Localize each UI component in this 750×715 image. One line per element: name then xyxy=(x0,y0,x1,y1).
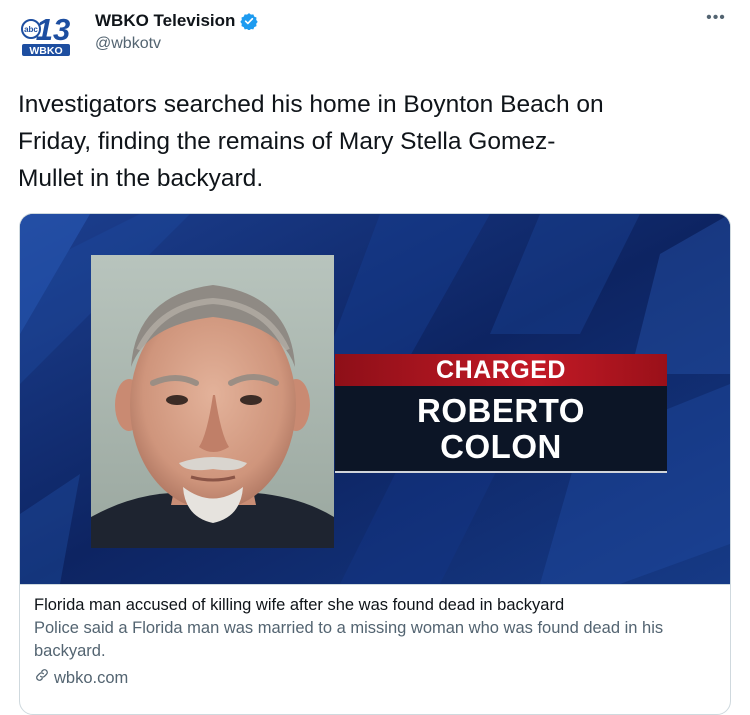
name-line-first: ROBERTO xyxy=(417,391,585,429)
card-domain[interactable]: wbko.com xyxy=(34,667,716,690)
logo-number: 13 xyxy=(36,12,70,47)
tweet-text-line: Investigators searched his home in Boynt… xyxy=(18,91,604,118)
name-banner: ROBERTO COLON xyxy=(335,386,667,473)
card-domain-text: wbko.com xyxy=(54,669,129,687)
logo-callsign: WBKO xyxy=(29,45,62,57)
name-row: WBKO Television xyxy=(95,10,259,32)
tweet: abc 13 WBKO WBKO Television @wbkotv ••• … xyxy=(0,0,750,715)
name-line-last: COLON xyxy=(440,427,562,465)
card-title[interactable]: Florida man accused of killing wife afte… xyxy=(34,594,716,617)
link-preview-card[interactable]: CHARGED ROBERTO COLON Florida man accuse… xyxy=(19,213,731,715)
tweet-text-line: Mullet in the backyard. xyxy=(18,165,264,192)
charged-banner: CHARGED xyxy=(335,354,667,386)
mugshot-photo xyxy=(91,255,334,548)
account-handle[interactable]: @wbkotv xyxy=(95,35,161,53)
display-name[interactable]: WBKO Television xyxy=(95,11,235,31)
tweet-text: Investigators searched his home in Boynt… xyxy=(18,86,718,197)
tweet-text-line: Friday, finding the remains of Mary Stel… xyxy=(18,128,556,155)
card-info[interactable]: Florida man accused of killing wife afte… xyxy=(20,584,730,690)
lower-third-graphic: CHARGED ROBERTO COLON xyxy=(335,354,667,473)
link-icon xyxy=(34,667,50,690)
card-description: Police said a Florida man was married to… xyxy=(34,619,664,660)
verified-badge-icon xyxy=(240,12,259,31)
card-image[interactable]: CHARGED ROBERTO COLON xyxy=(20,214,730,584)
account-avatar-logo[interactable]: abc 13 WBKO xyxy=(18,10,74,58)
more-options-icon[interactable]: ••• xyxy=(704,6,728,30)
